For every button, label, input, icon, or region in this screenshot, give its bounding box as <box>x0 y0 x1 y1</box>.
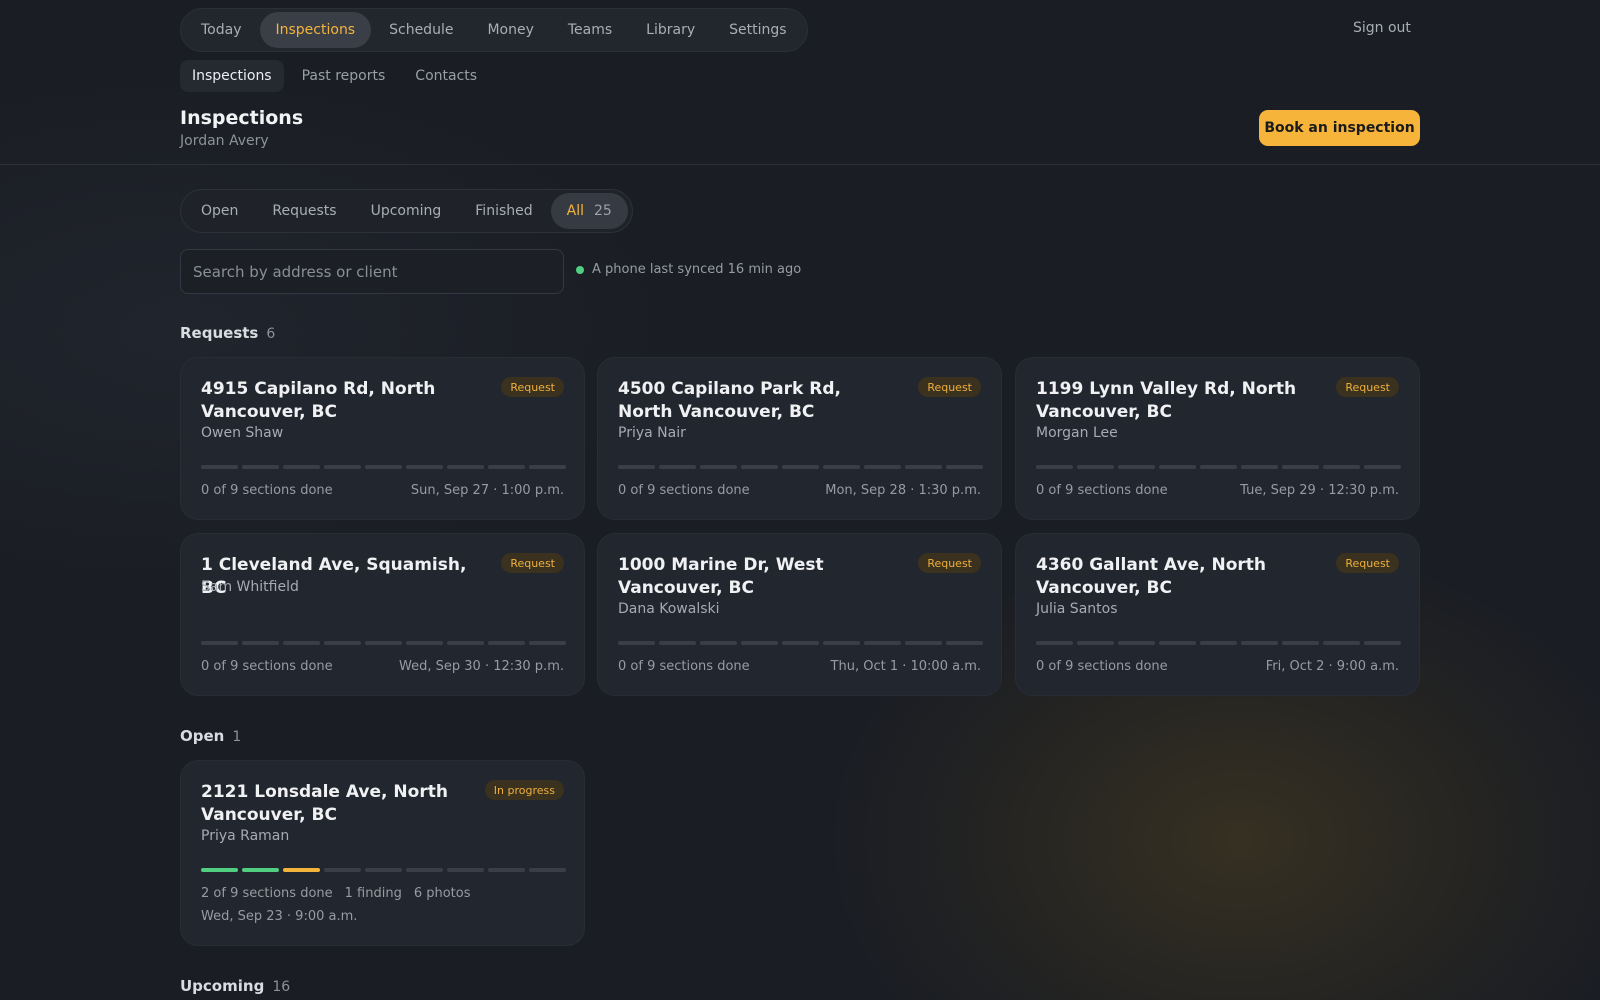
section-heading-requests: Requests 6 <box>180 324 275 342</box>
sync-status-dot <box>576 265 584 274</box>
status-badge: Request <box>1336 553 1399 573</box>
card-address: 4915 Capilano Rd, North Vancouver, BC <box>201 379 436 422</box>
nav-item-today[interactable]: Today <box>185 12 258 48</box>
card-progress-text: 0 of 9 sections done <box>1036 659 1168 674</box>
card-progress-text: 0 of 9 sections done <box>618 659 750 674</box>
card-client: Morgan Lee <box>1036 425 1118 441</box>
nav-item-teams[interactable]: Teams <box>552 12 628 48</box>
card-date: Sun, Sep 27 · 1:00 p.m. <box>410 483 564 498</box>
filter-tab-requests[interactable]: Requests <box>256 193 352 229</box>
card-date: Wed, Sep 30 · 12:30 p.m. <box>399 659 564 674</box>
section-heading-upcoming: Upcoming 16 <box>180 977 290 995</box>
main-nav: Today Inspections Schedule Money Teams L… <box>180 8 808 52</box>
section-progress-bar <box>618 465 983 469</box>
card-findings: 1 finding <box>344 886 402 901</box>
card-stats: 2 of 9 sections done 1 finding 6 photos <box>201 886 471 901</box>
card-photos: 6 photos <box>413 886 471 901</box>
section-progress-bar <box>1036 641 1401 645</box>
card-date: Fri, Oct 2 · 9:00 a.m. <box>1265 659 1399 674</box>
card-client: Priya Nair <box>618 425 686 441</box>
page-subtitle: Jordan Avery <box>180 133 269 149</box>
sync-status-text: A phone last synced 16 min ago <box>592 262 802 277</box>
card-progress-text: 0 of 9 sections done <box>1036 483 1168 498</box>
filter-tab-finished[interactable]: Finished <box>459 193 548 229</box>
subnav-item-contacts[interactable]: Contacts <box>403 60 489 92</box>
filter-tab-all[interactable]: All 25 <box>550 193 628 229</box>
nav-item-library[interactable]: Library <box>630 12 711 48</box>
card-client: Priya Raman <box>201 828 290 844</box>
section-progress-bar <box>201 868 566 872</box>
nav-item-inspections[interactable]: Inspections <box>259 12 372 48</box>
filter-tab-all-label: All <box>566 203 584 219</box>
card-client: Dana Kowalski <box>618 601 720 617</box>
page-title: Inspections <box>180 107 304 129</box>
status-badge: Request <box>501 553 564 573</box>
card-date: Thu, Oct 1 · 10:00 a.m. <box>830 659 981 674</box>
section-title: Open <box>180 727 225 745</box>
card-client: Julia Santos <box>1036 601 1118 617</box>
card-date: Tue, Sep 29 · 12:30 p.m. <box>1240 483 1399 498</box>
card-progress-text: 0 of 9 sections done <box>201 483 333 498</box>
card-progress-text: 2 of 9 sections done <box>201 886 333 901</box>
card-date: Wed, Sep 23 · 9:00 a.m. <box>201 909 358 924</box>
inspection-card[interactable]: 1 Cleveland Ave, Squamish, BC Request Sa… <box>180 533 585 696</box>
search-input[interactable] <box>180 249 564 294</box>
section-count: 6 <box>266 326 276 342</box>
status-badge: Request <box>501 377 564 397</box>
status-badge: Request <box>918 553 981 573</box>
card-address: 4360 Gallant Ave, North Vancouver, BC <box>1036 555 1266 598</box>
header-divider <box>0 164 1600 165</box>
subnav-item-past-reports[interactable]: Past reports <box>290 60 398 92</box>
status-badge: In progress <box>484 780 564 800</box>
card-address: 1199 Lynn Valley Rd, North Vancouver, BC <box>1036 379 1297 422</box>
section-progress-bar <box>1036 465 1401 469</box>
card-progress-text: 0 of 9 sections done <box>618 483 750 498</box>
filter-tab-all-count: 25 <box>593 203 612 219</box>
section-count: 16 <box>272 979 291 995</box>
inspection-card[interactable]: 4360 Gallant Ave, North Vancouver, BC Re… <box>1015 533 1420 696</box>
card-client: Sam Whitfield <box>201 579 299 595</box>
section-progress-bar <box>201 465 566 469</box>
subnav-item-inspections[interactable]: Inspections <box>180 60 284 92</box>
section-title: Requests <box>180 324 259 342</box>
sub-nav: Inspections Past reports Contacts <box>180 60 489 92</box>
book-inspection-button[interactable]: Book an inspection <box>1259 110 1420 146</box>
card-date: Mon, Sep 28 · 1:30 p.m. <box>825 483 981 498</box>
filter-tab-open[interactable]: Open <box>185 193 254 229</box>
section-count: 1 <box>232 729 242 745</box>
filter-tabs: Open Requests Upcoming Finished All 25 <box>180 189 633 233</box>
inspection-card[interactable]: 1199 Lynn Valley Rd, North Vancouver, BC… <box>1015 357 1420 520</box>
inspection-card[interactable]: 4915 Capilano Rd, North Vancouver, BC Re… <box>180 357 585 520</box>
card-client: Owen Shaw <box>201 425 284 441</box>
sync-status: A phone last synced 16 min ago <box>576 262 801 277</box>
nav-item-schedule[interactable]: Schedule <box>373 12 469 48</box>
inspection-card[interactable]: 4500 Capilano Park Rd, North Vancouver, … <box>597 357 1002 520</box>
nav-item-settings[interactable]: Settings <box>713 12 802 48</box>
card-address: 1000 Marine Dr, West Vancouver, BC <box>618 555 824 598</box>
inspection-card[interactable]: 1000 Marine Dr, West Vancouver, BC Reque… <box>597 533 1002 696</box>
section-progress-bar <box>618 641 983 645</box>
section-title: Upcoming <box>180 977 265 995</box>
section-heading-open: Open 1 <box>180 727 241 745</box>
status-badge: Request <box>1336 377 1399 397</box>
section-progress-bar <box>201 641 566 645</box>
card-progress-text: 0 of 9 sections done <box>201 659 333 674</box>
card-address: 4500 Capilano Park Rd, North Vancouver, … <box>618 379 841 422</box>
nav-item-money[interactable]: Money <box>471 12 549 48</box>
filter-tab-upcoming[interactable]: Upcoming <box>355 193 458 229</box>
inspection-card[interactable]: 2121 Lonsdale Ave, North Vancouver, BC I… <box>180 760 585 946</box>
status-badge: Request <box>918 377 981 397</box>
sign-out-link[interactable]: Sign out <box>1353 20 1411 36</box>
card-address: 2121 Lonsdale Ave, North Vancouver, BC <box>201 782 448 825</box>
